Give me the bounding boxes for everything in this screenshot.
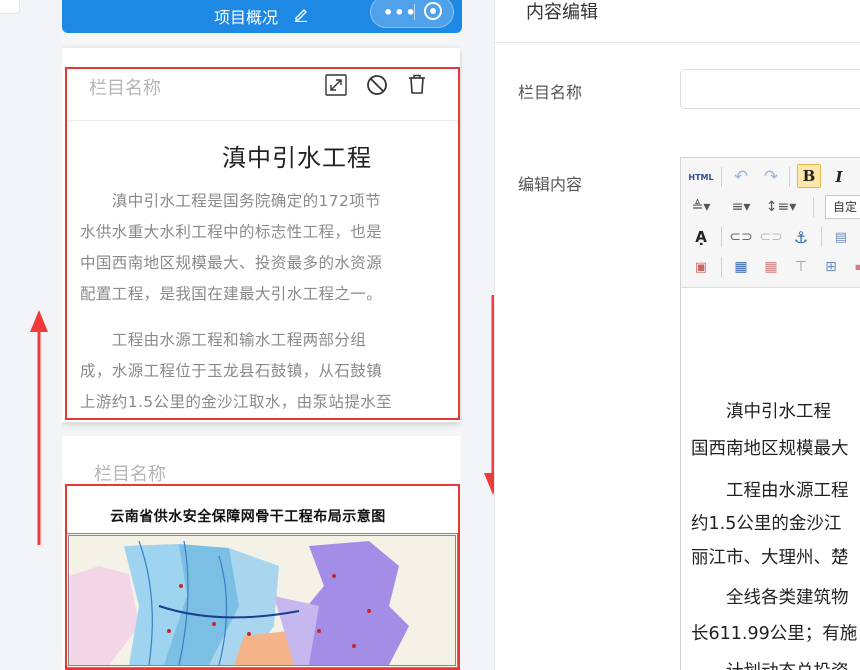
merge-cells-icon[interactable]: ▬ [849,255,860,279]
link-icon[interactable]: ⊂⊃ [729,225,753,249]
page-title[interactable]: 项目概况 [214,4,278,28]
editor-line: 丽江市、大理州、楚 [691,548,849,568]
insert-table-icon[interactable]: ▦ [729,255,753,279]
line-height-icon[interactable]: ↕≡▾ [766,195,797,219]
undo-icon[interactable]: ↶ [729,165,753,189]
editor-line: 国西南地区规模最大 [691,439,849,459]
selection-highlight [65,67,460,420]
insert-image-icon[interactable]: ▣ [689,255,713,279]
paragraph-spacing-top-icon[interactable]: ≜▾ [689,195,713,219]
paragraph-spacing-bottom-icon[interactable]: ≡▾ [729,195,753,219]
toolbar-separator [821,227,822,247]
heading-divider [495,42,860,43]
image-float-icon[interactable]: ▤ [829,225,853,249]
toolbar-separator [721,167,722,187]
panel-heading: 内容编辑 [526,2,598,23]
font-family-select[interactable]: 自定 [825,195,860,219]
target-icon[interactable] [424,2,442,20]
mini-program-capsule: ••• [370,0,454,28]
more-dots-icon[interactable]: ••• [383,3,417,22]
selection-highlight [65,484,460,670]
editor-line: 滇中引水工程 [691,402,831,422]
toolbar-separator [813,197,814,217]
editor-line: 计划动态总投资 [691,654,860,670]
section-name-field-label: 栏目名称 [518,83,583,102]
rich-text-editor[interactable]: HTML ↶ ↷ B I ≜▾ ≡▾ ↕≡▾ 自定 Ạ ⊂⊃ ⊂⊃ ⚓ ▤ ▣ … [680,157,860,670]
editor-toolbar: HTML ↶ ↷ B I ≜▾ ≡▾ ↕≡▾ 自定 Ạ ⊂⊃ ⊂⊃ ⚓ ▤ ▣ … [681,158,860,288]
editor-line: 工程由水源工程 [691,481,849,501]
html-source-button[interactable]: HTML [688,165,713,189]
content-field-label: 编辑内容 [518,175,583,194]
editor-line: 约1.5公里的金沙江 [691,514,842,534]
left-panel-tab[interactable] [0,0,20,14]
toolbar-separator [721,257,722,277]
section-name-input[interactable] [680,69,860,109]
section-name-label: 栏目名称 [94,464,166,485]
toolbar-separator [721,227,722,247]
font-size-icon[interactable]: Ạ [689,225,713,249]
phone-preview: 项目概况 ••• 栏目名称 滇中引水工程 滇中引水工程是国务院确定的172项节 … [62,0,462,670]
pencil-icon[interactable] [293,6,309,22]
editor-line: 长611.99公里；有施 [691,624,858,644]
capsule-divider [414,4,415,20]
bold-button[interactable]: B [797,164,821,188]
phone-header: 项目概况 ••• [62,0,462,33]
content-editor-panel: 内容编辑 栏目名称 编辑内容 HTML ↶ ↷ B I ≜▾ ≡▾ ↕≡▾ 自定… [494,0,860,670]
unlink-icon[interactable]: ⊂⊃ [759,225,783,249]
up-arrow-icon [30,310,48,545]
anchor-icon[interactable]: ⚓ [789,225,813,249]
editor-line: 全线各类建筑物 [691,588,849,608]
redo-icon[interactable]: ↷ [759,165,783,189]
delete-table-icon[interactable]: ▦ [759,255,783,279]
table-column-icon[interactable]: ⊞ [819,255,843,279]
italic-button[interactable]: I [827,165,851,189]
table-row-icon[interactable]: ⊤ [789,255,813,279]
toolbar-separator [789,167,790,187]
